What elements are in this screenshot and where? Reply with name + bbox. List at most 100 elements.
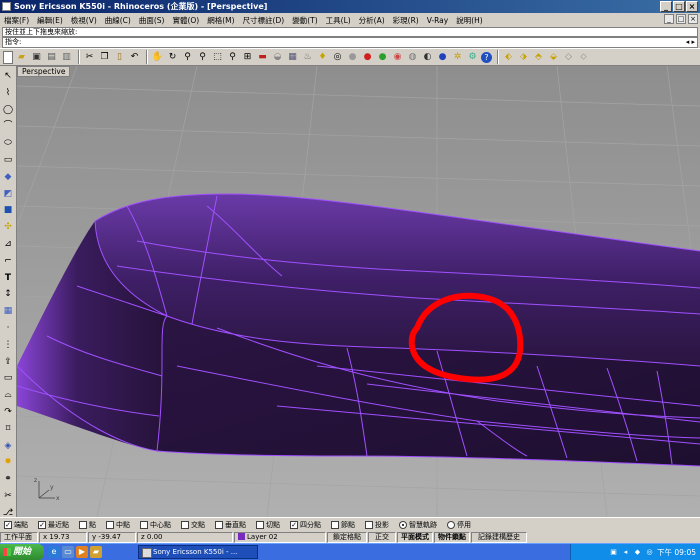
menu-view[interactable]: 檢視(V) — [71, 15, 97, 26]
osnap-mid[interactable]: 中點 — [106, 520, 130, 530]
menu-render[interactable]: 彩現(R) — [393, 15, 419, 26]
ortho-toggle[interactable]: 正交 — [368, 531, 396, 543]
osnap-perp[interactable]: 垂直點 — [215, 520, 246, 530]
osnap-cen-checkbox[interactable] — [140, 520, 148, 529]
osnap-knot-checkbox[interactable] — [331, 520, 339, 529]
menu-help[interactable]: 說明(H) — [456, 15, 483, 26]
tray-security-icon[interactable]: ◆ — [633, 548, 642, 557]
gear-icon[interactable]: ✲ — [451, 51, 464, 64]
osnap-tan-checkbox[interactable] — [256, 520, 264, 529]
close-button[interactable]: × — [686, 1, 698, 12]
osnap-near-checkbox[interactable]: ✓ — [38, 520, 46, 529]
tray-volume-icon[interactable]: ◂ — [621, 548, 630, 557]
split-icon[interactable]: ✂ — [2, 490, 15, 503]
osnap-point[interactable]: 點 — [79, 520, 96, 530]
status-layer[interactable]: Layer 02 — [234, 531, 326, 543]
menu-file[interactable]: 檔案(F) — [4, 15, 29, 26]
save-icon[interactable]: ▣ — [30, 51, 43, 64]
osnap-mid-checkbox[interactable] — [106, 520, 114, 529]
color-wheel-icon[interactable]: ◉ — [391, 51, 404, 64]
disable-radio[interactable]: 停用 — [447, 520, 471, 530]
mirror-icon[interactable]: ⊿ — [2, 238, 15, 251]
offset-icon[interactable]: ⌑ — [2, 423, 15, 436]
wireframe-icon[interactable]: ◎ — [331, 51, 344, 64]
taskbar-rhino-window[interactable]: Sony Ericsson K550i - ... — [138, 545, 258, 559]
ie-icon[interactable]: e — [48, 546, 60, 558]
car-icon[interactable]: ▬ — [256, 51, 269, 64]
arc-icon[interactable]: ⌒ — [2, 120, 15, 133]
menu-surface[interactable]: 曲面(S) — [139, 15, 165, 26]
new-icon[interactable] — [3, 50, 13, 64]
tray-update-icon[interactable]: ◎ — [645, 548, 654, 557]
explode-icon[interactable]: ✸ — [2, 456, 15, 469]
osnap-knot[interactable]: 節點 — [331, 520, 355, 530]
text-icon[interactable]: T — [2, 272, 15, 285]
tray-network-icon[interactable]: ▣ — [609, 548, 618, 557]
menu-transform[interactable]: 變動(T) — [292, 15, 317, 26]
osnap-perp-checkbox[interactable] — [215, 520, 223, 529]
surface-icon[interactable]: ◆ — [2, 171, 15, 184]
doc-minimize-button[interactable]: _ — [664, 14, 674, 24]
osnap-tan[interactable]: 切點 — [256, 520, 280, 530]
osnap-cen[interactable]: 中心點 — [140, 520, 171, 530]
extrude-icon[interactable]: ⇪ — [2, 356, 15, 369]
folder-icon[interactable]: ▰ — [90, 546, 102, 558]
viewport-title[interactable]: Perspective — [17, 66, 71, 77]
smarttrack-radio[interactable]: 智慧軌跡 — [399, 520, 437, 530]
sphere-render-icon[interactable]: ● — [436, 51, 449, 64]
paste-icon[interactable]: ▯ — [113, 51, 126, 64]
osnap-quad-checkbox[interactable]: ✓ — [290, 520, 298, 529]
osnap-toggle[interactable]: 物件鎖點 — [434, 531, 470, 543]
rectangle-icon[interactable]: ▭ — [2, 154, 15, 167]
minimize-button[interactable]: _ — [660, 1, 672, 12]
osnap-int-checkbox[interactable] — [181, 520, 189, 529]
environment-icon[interactable]: ◐ — [421, 51, 434, 64]
snap6-icon[interactable]: ⬦ — [577, 51, 590, 64]
history-toggle[interactable]: 記錄建構歷史 — [471, 531, 527, 543]
undo-icon[interactable]: ↶ — [128, 51, 141, 64]
command-prompt[interactable]: 指令: ◂ ▸ — [2, 37, 698, 48]
menu-vray[interactable]: V-Ray — [427, 16, 448, 25]
properties-icon[interactable]: ▦ — [286, 51, 299, 64]
layer-icon[interactable]: ◒ — [271, 51, 284, 64]
command-scroll-arrows[interactable]: ◂ ▸ — [686, 38, 695, 47]
solid-icon[interactable]: ■ — [2, 204, 15, 217]
doc-close-button[interactable]: × — [688, 14, 698, 24]
doc-restore-button[interactable]: □ — [676, 14, 686, 24]
box-icon[interactable]: ◩ — [2, 188, 15, 201]
print-icon[interactable]: ▤ — [45, 51, 58, 64]
join-icon[interactable]: ⚭ — [2, 473, 15, 486]
shaded-icon[interactable]: ● — [361, 51, 374, 64]
snap3-icon[interactable]: ⬘ — [532, 51, 545, 64]
cut-icon[interactable]: ✂ — [83, 51, 96, 64]
light-icon[interactable]: ♨ — [301, 51, 314, 64]
menu-mesh[interactable]: 網格(M) — [207, 15, 234, 26]
rotate-view-icon[interactable]: ↻ — [166, 51, 179, 64]
rendered-icon[interactable]: ● — [376, 51, 389, 64]
zoom-extents-icon[interactable]: ⬚ — [211, 51, 224, 64]
help-icon[interactable]: ? — [481, 51, 492, 63]
snap4-icon[interactable]: ⬙ — [547, 51, 560, 64]
circle-icon[interactable]: ◯ — [2, 104, 15, 117]
desktop-icon[interactable]: ▭ — [62, 546, 74, 558]
smarttrack-radio-dot[interactable] — [399, 520, 407, 529]
maximize-button[interactable]: □ — [673, 1, 685, 12]
snap5-icon[interactable]: ◇ — [562, 51, 575, 64]
select-icon[interactable]: ↖ — [2, 70, 15, 83]
status-cplane[interactable]: 工作平面 — [0, 531, 38, 543]
menu-edit[interactable]: 編輯(E) — [37, 15, 63, 26]
dimension-icon[interactable]: ↕ — [2, 288, 15, 301]
disable-radio-dot[interactable] — [447, 520, 455, 529]
open-icon[interactable]: ▰ — [15, 51, 28, 64]
tray-clock[interactable]: 下午 09:05 — [657, 547, 696, 558]
rail-icon[interactable]: ⌓ — [2, 389, 15, 402]
import-icon[interactable]: ▥ — [60, 51, 73, 64]
zoom-selected-icon[interactable]: ⚲ — [226, 51, 239, 64]
zoom-dynamic-icon[interactable]: ⚲ — [181, 51, 194, 64]
snap1-icon[interactable]: ⬖ — [502, 51, 515, 64]
bulb-icon[interactable]: ♦ — [316, 51, 329, 64]
boolean-icon[interactable]: ◈ — [2, 440, 15, 453]
start-button[interactable]: 開始 — [0, 544, 44, 560]
fillet-icon[interactable]: ⌐ — [2, 255, 15, 268]
grid-icon[interactable]: ⋮ — [2, 339, 15, 352]
